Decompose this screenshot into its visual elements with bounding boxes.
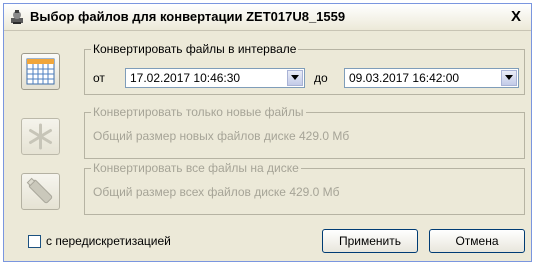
close-button[interactable]: X — [507, 8, 525, 26]
app-icon — [9, 9, 25, 25]
resample-checkbox[interactable] — [28, 235, 41, 248]
title-bar[interactable]: Выбор файлов для конвертации ZET017U8_15… — [4, 4, 531, 31]
all-files-group: Конвертировать все файлы на диске Общий … — [84, 161, 525, 215]
to-label: до — [314, 71, 328, 85]
dialog-window: Выбор файлов для конвертации ZET017U8_15… — [3, 3, 532, 262]
chevron-down-icon — [505, 75, 513, 80]
to-date-select[interactable]: 09.03.2017 16:42:00 — [344, 68, 519, 88]
apply-button[interactable]: Применить — [322, 229, 418, 253]
new-files-button[interactable] — [21, 118, 60, 155]
calendar-button[interactable] — [21, 53, 60, 90]
all-files-size: Общий размер всех файлов диске 429.0 Мб — [93, 185, 340, 199]
new-files-size: Общий размер новых файлов диске 429.0 Мб — [93, 129, 350, 143]
from-dropdown-button[interactable] — [287, 70, 303, 86]
new-files-legend: Конвертировать только новые файлы — [91, 105, 306, 119]
all-files-legend: Конвертировать все файлы на диске — [91, 161, 301, 175]
window-title: Выбор файлов для конвертации ZET017U8_15… — [30, 9, 346, 24]
interval-legend: Конвертировать файлы в интервале — [91, 42, 299, 56]
to-dropdown-button[interactable] — [501, 70, 517, 86]
from-date-select[interactable]: 17.02.2017 10:46:30 — [125, 68, 305, 88]
interval-group: Конвертировать файлы в интервале от 17.0… — [84, 42, 525, 95]
to-date-value: 09.03.2017 16:42:00 — [349, 71, 460, 85]
cancel-button[interactable]: Отмена — [429, 229, 525, 253]
chevron-down-icon — [291, 75, 299, 80]
new-files-group: Конвертировать только новые файлы Общий … — [84, 105, 525, 159]
from-label: от — [93, 71, 105, 85]
from-date-value: 17.02.2017 10:46:30 — [130, 71, 241, 85]
all-files-button[interactable] — [21, 173, 60, 210]
resample-checkbox-label[interactable]: с передискретизацией — [46, 234, 171, 248]
